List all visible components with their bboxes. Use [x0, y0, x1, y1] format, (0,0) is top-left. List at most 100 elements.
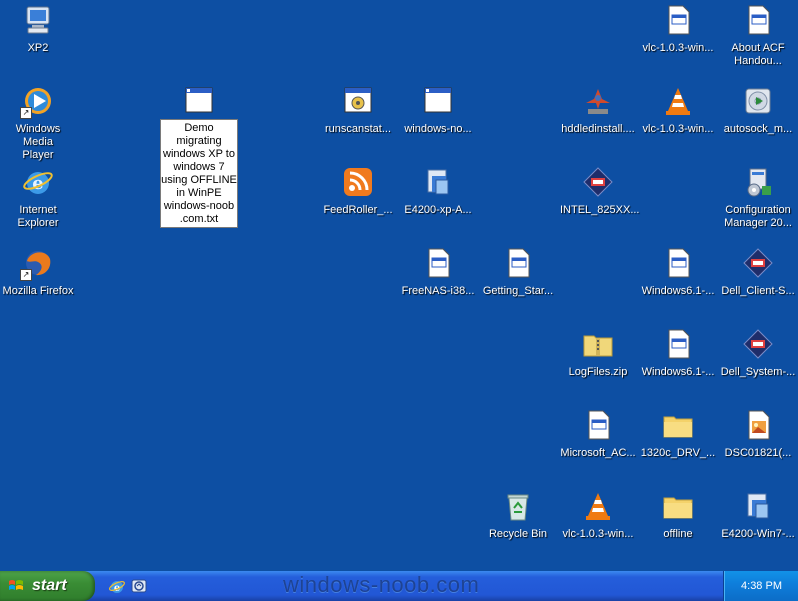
- desktop-icon-label: 1320c_DRV_...: [640, 447, 716, 459]
- desktop-icon-dell-system[interactable]: Dell_System-...: [718, 328, 798, 379]
- desktop-icon-configuration-manager[interactable]: Configuration Manager 20...: [718, 166, 798, 230]
- windows-logo-icon: [9, 580, 23, 590]
- desktop-icon-windows61-1[interactable]: Windows6.1-...: [638, 247, 718, 298]
- folder-icon: [662, 409, 694, 441]
- recycle-bin-icon: [502, 490, 534, 522]
- desktop-icon-logfiles-zip[interactable]: LogFiles.zip: [558, 328, 638, 379]
- desktop-icon-label: Mozilla Firefox: [2, 285, 74, 297]
- desktop-icon-label: INTEL_825XX...: [560, 204, 640, 216]
- desktop-icon-label: Windows6.1-...: [641, 285, 715, 297]
- desktop-icon-autosock[interactable]: autosock_m...: [718, 85, 798, 136]
- desktop-icon-intel-825xx[interactable]: INTEL_825XX...: [558, 166, 640, 217]
- desktop-icon-freenas[interactable]: FreeNAS-i38...: [398, 247, 478, 298]
- desktop-icon-label: Recycle Bin: [488, 528, 548, 540]
- desktop-icon-vlc-1[interactable]: vlc-1.0.3-win...: [638, 4, 718, 55]
- desktop-icon-1320c-drv[interactable]: 1320c_DRV_...: [638, 409, 718, 460]
- desktop-icon-getting-started[interactable]: Getting_Star...: [478, 247, 558, 298]
- desktop-icon-label: E4200-xp-A...: [404, 204, 472, 216]
- zip-folder-icon: [582, 328, 614, 360]
- desktop-icon-hddledinstall[interactable]: hddledinstall....: [558, 85, 638, 136]
- desktop-icon-label: autosock_m...: [723, 123, 793, 135]
- doc-file-icon: [662, 4, 694, 36]
- desktop-icon-label: E4200-Win7-...: [721, 528, 795, 540]
- ie-icon: e: [22, 166, 54, 198]
- desktop-icon-feedroller[interactable]: FeedRoller_...: [318, 166, 398, 217]
- system-tray: 4:38 PM: [723, 571, 798, 601]
- window-file-icon: [422, 85, 454, 117]
- disc-icon: [742, 85, 774, 117]
- desktop-icon-label: vlc-1.0.3-win...: [642, 123, 714, 135]
- clock[interactable]: 4:38 PM: [724, 571, 798, 601]
- media-player-icon: ↗: [20, 85, 54, 119]
- dell-setup-icon: [742, 328, 774, 360]
- desktop-icon-offline[interactable]: offline: [638, 490, 718, 541]
- watermark-text: windows-noob.com: [283, 572, 480, 597]
- script-icon: [342, 85, 374, 117]
- firefox-icon: ↗: [20, 247, 54, 281]
- desktop-icon-e4200-win7[interactable]: E4200-Win7-...: [718, 490, 798, 541]
- doc-file-icon: [662, 247, 694, 279]
- setup-icon: [582, 85, 614, 117]
- doc-file-icon: [422, 247, 454, 279]
- desktop-icon-windows-noob[interactable]: windows-no...: [398, 85, 478, 136]
- desktop-icon-dell-client[interactable]: Dell_Client-S...: [718, 247, 798, 298]
- shortcut-arrow-icon: ↗: [20, 107, 32, 119]
- doc-file-icon: [742, 4, 774, 36]
- desktop-icon-dsc01821[interactable]: DSC01821(...: [718, 409, 798, 460]
- desktop-icon-windows-media-player[interactable]: ↗ Windows Media Player: [0, 85, 78, 162]
- ie-quicklaunch-icon[interactable]: e: [108, 577, 126, 595]
- desktop-icon-label: Internet Explorer: [17, 204, 59, 229]
- desktop-icon-e4200-xp[interactable]: E4200-xp-A...: [398, 166, 478, 217]
- desktop-icon-runscanstate[interactable]: runscanstat...: [318, 85, 398, 136]
- desktop-icon-windows61-2[interactable]: Windows6.1-...: [638, 328, 718, 379]
- desktop-icon-label: offline: [663, 528, 693, 540]
- start-label: start: [32, 577, 67, 594]
- desktop-icon-label: Microsoft_AC...: [560, 447, 636, 459]
- computer-icon: [22, 4, 54, 36]
- desktop-icon-label: About ACF Handou...: [731, 42, 785, 67]
- shortcut-arrow-icon: ↗: [20, 269, 32, 281]
- desktop-icon-microsoft-ac[interactable]: Microsoft_AC...: [558, 409, 638, 460]
- desktop-icon-vlc-2[interactable]: vlc-1.0.3-win...: [638, 85, 718, 136]
- text-file-icon: [183, 85, 215, 117]
- desktop[interactable]: XP2 ↗ Windows Media Player e Internet Ex…: [0, 0, 798, 571]
- start-button[interactable]: start: [0, 571, 95, 601]
- rss-icon: [342, 166, 374, 198]
- desktop-icon-label: Dell_System-...: [720, 366, 796, 378]
- show-desktop-icon[interactable]: [130, 577, 148, 595]
- desktop-icon-label: XP2: [27, 42, 49, 54]
- dell-setup-icon: [742, 247, 774, 279]
- desktop-icon-internet-explorer[interactable]: e Internet Explorer: [0, 166, 78, 230]
- desktop-icon-label: FeedRoller_...: [323, 204, 393, 216]
- desktop-icon-label: hddledinstall....: [561, 123, 635, 135]
- desktop-icon-label: Getting_Star...: [482, 285, 554, 297]
- desktop-icon-label: LogFiles.zip: [568, 366, 628, 378]
- vlc-icon: [662, 85, 694, 117]
- desktop-icon-mozilla-firefox[interactable]: ↗ Mozilla Firefox: [0, 247, 78, 298]
- taskbar: start e windows-noob.com 4:38 PM: [0, 571, 798, 601]
- installer-icon: [742, 490, 774, 522]
- desktop-icon-vlc-3[interactable]: vlc-1.0.3-win...: [558, 490, 638, 541]
- desktop-icon-recycle-bin[interactable]: Recycle Bin: [478, 490, 558, 541]
- desktop-icon-label: Configuration Manager 20...: [724, 204, 792, 229]
- dell-setup-icon: [582, 166, 614, 198]
- desktop-icon-about-acf[interactable]: About ACF Handou...: [718, 4, 798, 68]
- desktop-icon-label: windows-no...: [404, 123, 472, 135]
- doc-file-icon: [502, 247, 534, 279]
- desktop-icon-label: Dell_Client-S...: [721, 285, 795, 297]
- installer-icon: [422, 166, 454, 198]
- folder-icon: [662, 490, 694, 522]
- desktop-icon-demo-text-file[interactable]: Demo migrating windows XP to windows 7 u…: [159, 85, 239, 228]
- desktop-icon-label: Windows Media Player: [15, 123, 61, 161]
- desktop-icon-xp2[interactable]: XP2: [0, 4, 78, 55]
- config-manager-icon: [742, 166, 774, 198]
- desktop-icon-label: Windows6.1-...: [641, 366, 715, 378]
- desktop-icon-label: FreeNAS-i38...: [401, 285, 475, 297]
- desktop-icon-label: vlc-1.0.3-win...: [642, 42, 714, 54]
- doc-file-icon: [582, 409, 614, 441]
- doc-file-icon: [662, 328, 694, 360]
- desktop-icon-label: runscanstat...: [324, 123, 392, 135]
- desktop-icon-label: vlc-1.0.3-win...: [562, 528, 634, 540]
- desktop-icon-label: Demo migrating windows XP to windows 7 u…: [160, 119, 238, 228]
- image-file-icon: [742, 409, 774, 441]
